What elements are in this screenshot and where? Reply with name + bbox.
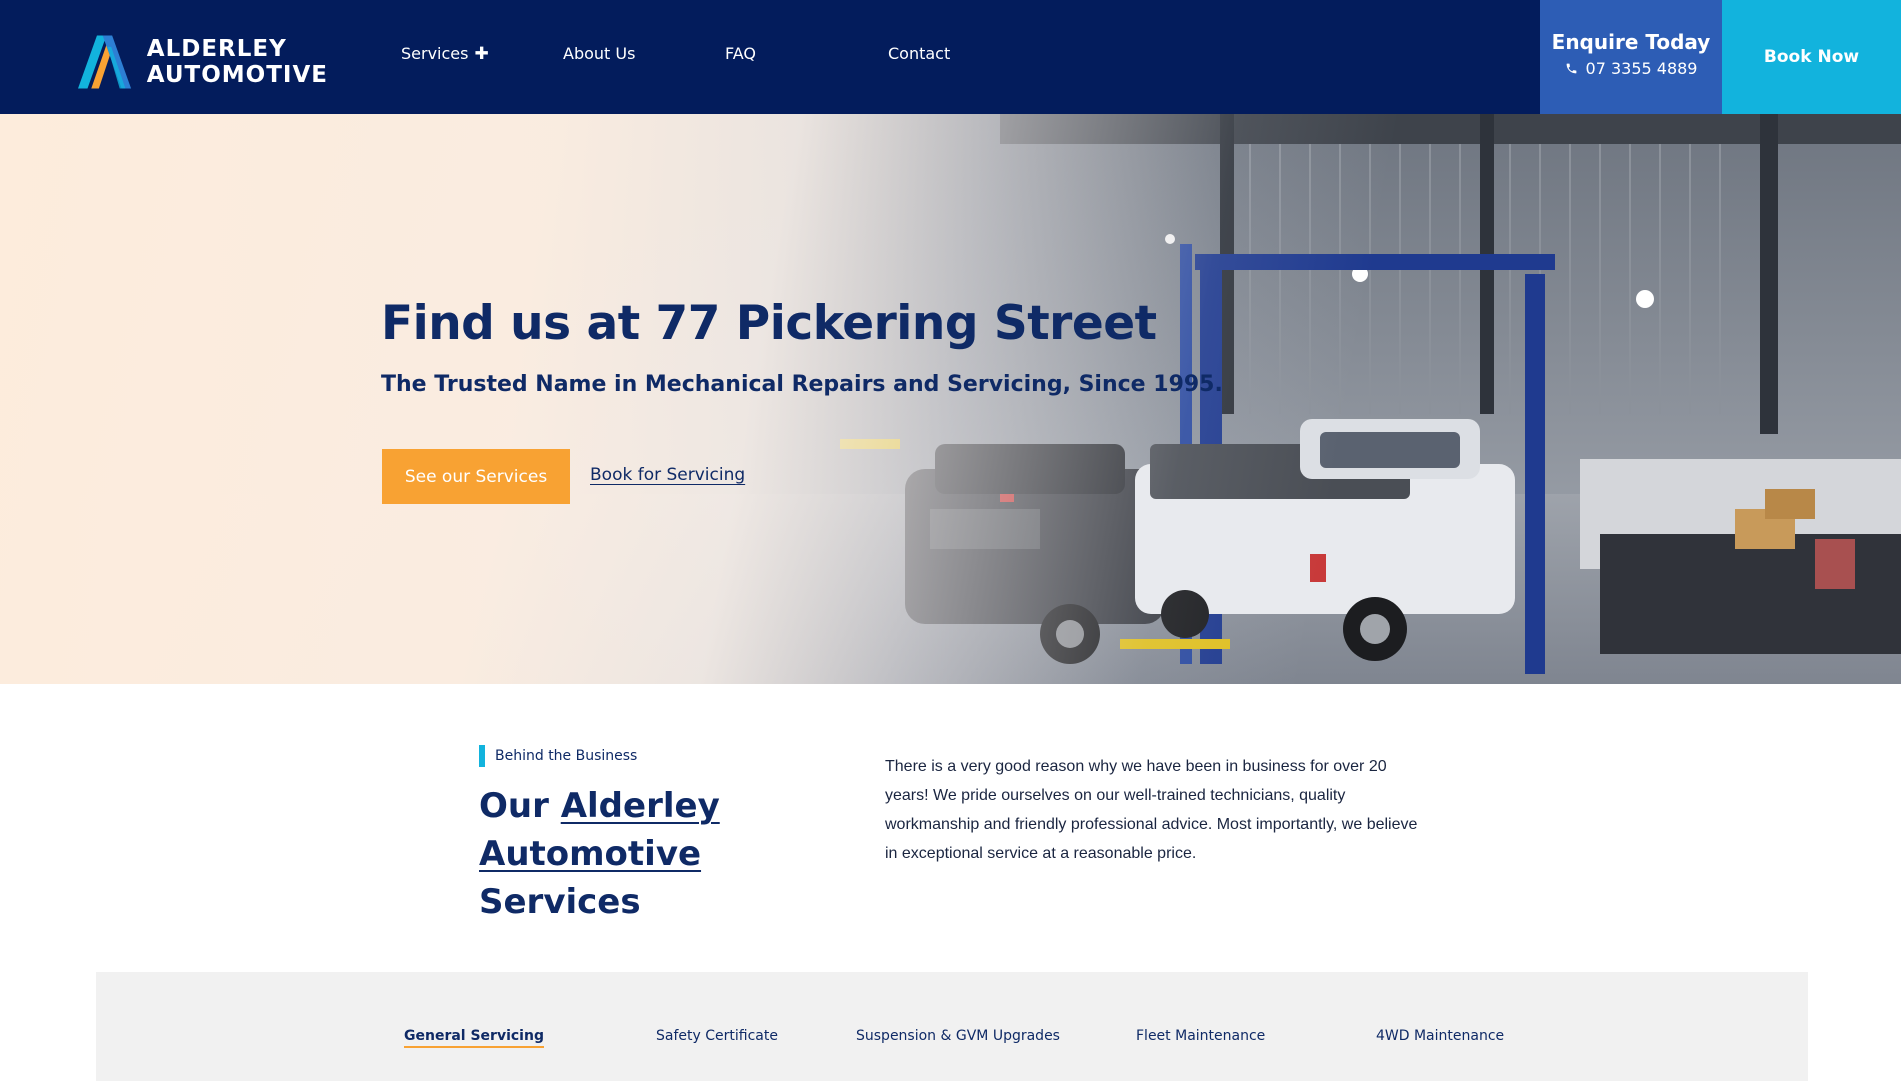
about-body: There is a very good reason why we have … — [885, 758, 1418, 862]
nav-contact[interactable]: Contact — [888, 44, 950, 63]
hero-gradient-overlay — [0, 114, 1901, 684]
about-kicker: Behind the Business — [479, 745, 637, 767]
alderley-logo-icon — [78, 35, 132, 89]
tab-fleet-maintenance[interactable]: Fleet Maintenance — [1136, 1028, 1265, 1044]
phone-number: 07 3355 4889 — [1585, 59, 1698, 78]
site-logo[interactable]: ALDERLEY AUTOMOTIVE — [78, 34, 328, 90]
hero-section: Find us at 77 Pickering Street The Trust… — [0, 114, 1901, 684]
logo-line-2: AUTOMOTIVE — [146, 62, 328, 88]
book-for-servicing-link[interactable]: Book for Servicing — [590, 465, 745, 485]
kicker-bar — [479, 745, 485, 767]
plus-icon: ✚ — [474, 44, 489, 64]
enquire-today-button[interactable]: Enquire Today 07 3355 4889 — [1540, 0, 1722, 114]
about-title-link-alderley[interactable]: Alderley — [561, 786, 720, 826]
phone-icon — [1566, 63, 1576, 74]
tab-4wd-maintenance[interactable]: 4WD Maintenance — [1376, 1028, 1504, 1044]
kicker-text: Behind the Business — [495, 748, 638, 764]
about-title-link-automotive[interactable]: Automotive — [479, 834, 701, 874]
about-title: Our Alderley Automotive Services — [479, 782, 839, 926]
service-tabs: General Servicing Safety Certificate Sus… — [96, 972, 1808, 1081]
logo-line-1: ALDERLEY — [146, 36, 287, 62]
enquire-phone[interactable]: 07 3355 4889 — [1540, 59, 1722, 78]
about-title-prefix: Our — [479, 786, 561, 826]
tab-safety-certificate[interactable]: Safety Certificate — [656, 1028, 778, 1044]
nav-services-label: Services — [401, 44, 469, 63]
logo-text: ALDERLEY AUTOMOTIVE — [147, 36, 328, 88]
see-our-services-button[interactable]: See our Services — [382, 449, 570, 504]
book-now-button[interactable]: Book Now — [1722, 0, 1901, 114]
hero-title: Find us at 77 Pickering Street — [381, 296, 1157, 351]
tab-general-servicing[interactable]: General Servicing — [404, 1028, 544, 1048]
site-header: ALDERLEY AUTOMOTIVE Services ✚ About Us F… — [0, 0, 1901, 114]
enquire-title: Enquire Today — [1551, 30, 1711, 54]
nav-about-us[interactable]: About Us — [563, 44, 635, 63]
tab-suspension-gvm-upgrades[interactable]: Suspension & GVM Upgrades — [856, 1028, 1060, 1044]
nav-faq[interactable]: FAQ — [725, 44, 756, 63]
hero-subtitle: The Trusted Name in Mechanical Repairs a… — [381, 372, 1223, 397]
about-title-suffix: Services — [479, 882, 641, 922]
nav-services[interactable]: Services ✚ — [401, 44, 489, 64]
